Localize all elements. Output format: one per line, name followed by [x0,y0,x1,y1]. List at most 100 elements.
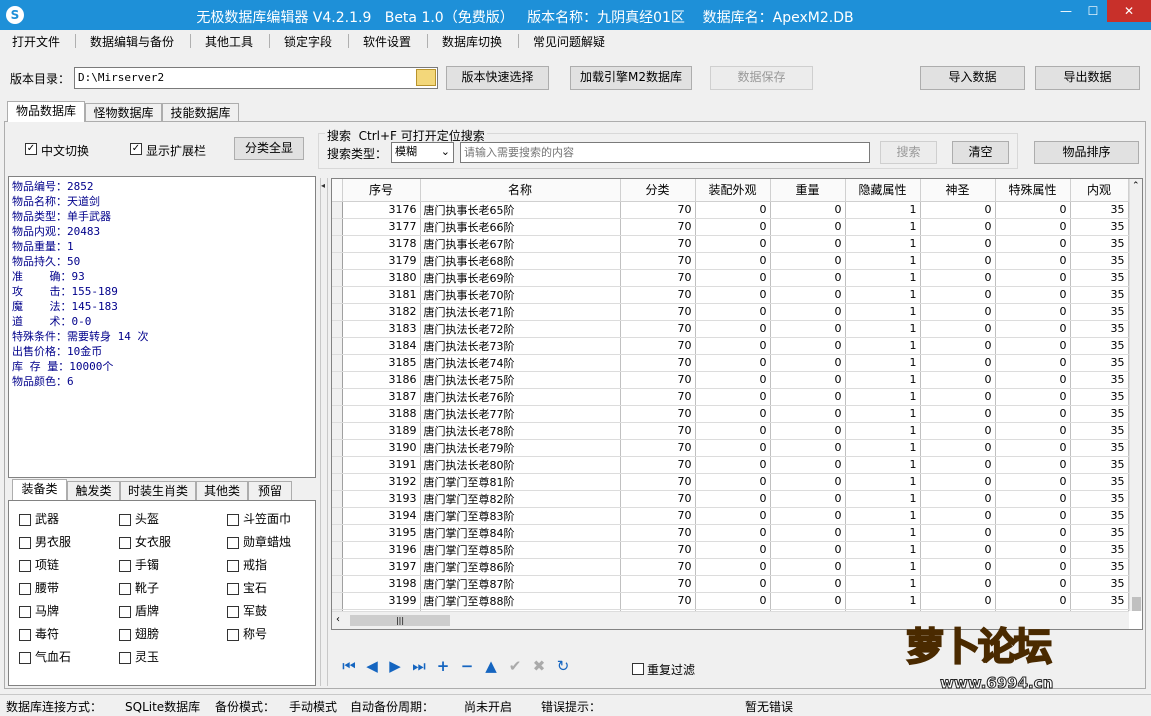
table-cell[interactable]: 0 [920,269,996,287]
table-cell[interactable]: 35 [1070,422,1129,440]
search-button[interactable]: 搜索 [880,141,937,164]
search-input[interactable] [460,142,870,163]
menu-other-tools[interactable]: 其他工具 [205,33,253,50]
table-cell[interactable]: 1 [845,337,921,355]
table-cell[interactable]: 35 [1070,320,1129,338]
category-checkbox[interactable] [119,536,131,549]
category-checkbox[interactable] [227,628,239,641]
table-row[interactable]: 3189 唐门执法长老78阶 70 0 0 1 0 0 35 [332,422,1129,440]
column-header[interactable]: 分类 [620,179,696,202]
table-cell[interactable]: 3184 [342,337,421,355]
row-indicator[interactable] [332,371,343,389]
table-cell[interactable]: 0 [995,286,1071,304]
table-cell[interactable]: 35 [1070,354,1129,372]
table-cell[interactable]: 35 [1070,235,1129,253]
row-indicator[interactable] [332,269,343,287]
confirm-icon[interactable]: ✔ [504,657,526,675]
table-cell[interactable]: 70 [620,201,696,219]
row-indicator[interactable] [332,252,343,270]
table-cell[interactable]: 35 [1070,201,1129,219]
category-checkbox[interactable] [19,651,31,664]
row-indicator[interactable] [332,337,343,355]
category-checkbox[interactable] [19,513,31,526]
show-ext-checkbox[interactable]: ✓ [130,143,142,155]
column-header[interactable]: 特殊属性 [995,179,1071,202]
table-cell[interactable]: 70 [620,524,696,542]
table-cell[interactable]: 3193 [342,490,421,508]
table-cell[interactable]: 3195 [342,524,421,542]
table-cell[interactable]: 35 [1070,303,1129,321]
table-cell[interactable]: 3177 [342,218,421,236]
table-cell[interactable]: 唐门执法长老78阶 [420,422,621,440]
table-cell[interactable]: 0 [695,592,771,610]
table-cell[interactable]: 3192 [342,473,421,491]
table-cell[interactable]: 1 [845,558,921,576]
table-cell[interactable]: 0 [995,303,1071,321]
table-cell[interactable]: 0 [695,320,771,338]
sort-items-button[interactable]: 物品排序 [1034,141,1139,164]
category-item[interactable]: 手镯 [119,556,159,573]
category-checkbox[interactable] [119,513,131,526]
column-header[interactable]: 重量 [770,179,846,202]
table-cell[interactable]: 0 [770,269,846,287]
table-cell[interactable]: 0 [995,456,1071,474]
table-cell[interactable]: 唐门执法长老73阶 [420,337,621,355]
table-cell[interactable]: 0 [770,541,846,559]
table-cell[interactable]: 唐门掌门至尊84阶 [420,524,621,542]
minimize-button[interactable]: — [1051,0,1081,22]
row-indicator[interactable] [332,524,343,542]
table-cell[interactable]: 唐门执法长老77阶 [420,405,621,423]
table-row[interactable]: 3176 唐门执事长老65阶 70 0 0 1 0 0 35 [332,201,1129,219]
table-cell[interactable]: 1 [845,320,921,338]
category-item[interactable]: 军鼓 [227,602,267,619]
table-cell[interactable]: 1 [845,592,921,610]
table-cell[interactable]: 35 [1070,337,1129,355]
table-cell[interactable]: 0 [770,405,846,423]
table-cell[interactable]: 0 [695,354,771,372]
table-cell[interactable]: 0 [920,320,996,338]
table-cell[interactable]: 3190 [342,439,421,457]
table-cell[interactable]: 3182 [342,303,421,321]
table-cell[interactable]: 3186 [342,371,421,389]
table-cell[interactable]: 0 [995,371,1071,389]
table-cell[interactable]: 35 [1070,286,1129,304]
table-cell[interactable]: 70 [620,439,696,457]
table-cell[interactable]: 0 [695,235,771,253]
table-cell[interactable]: 3189 [342,422,421,440]
close-button[interactable]: ✕ [1107,0,1151,22]
table-cell[interactable]: 唐门执法长老80阶 [420,456,621,474]
table-cell[interactable]: 0 [920,541,996,559]
table-cell[interactable]: 35 [1070,541,1129,559]
table-cell[interactable]: 70 [620,354,696,372]
category-item[interactable]: 项链 [19,556,59,573]
table-cell[interactable]: 0 [770,422,846,440]
table-cell[interactable]: 70 [620,473,696,491]
move-up-icon[interactable]: ▲ [480,657,502,675]
table-cell[interactable]: 70 [620,558,696,576]
table-cell[interactable]: 3196 [342,541,421,559]
column-header[interactable]: 装配外观 [695,179,771,202]
table-cell[interactable]: 1 [845,456,921,474]
table-cell[interactable]: 70 [620,269,696,287]
category-item[interactable]: 灵玉 [119,648,159,665]
row-indicator[interactable] [332,354,343,372]
table-cell[interactable]: 0 [920,337,996,355]
table-cell[interactable]: 70 [620,371,696,389]
save-data-button[interactable]: 数据保存 [710,66,813,90]
category-checkbox[interactable] [227,559,239,572]
category-item[interactable]: 男衣服 [19,533,71,550]
table-cell[interactable]: 1 [845,269,921,287]
table-cell[interactable]: 0 [770,286,846,304]
table-cell[interactable]: 3191 [342,456,421,474]
table-cell[interactable]: 0 [695,439,771,457]
menu-open-file[interactable]: 打开文件 [12,33,60,50]
table-cell[interactable]: 1 [845,422,921,440]
table-cell[interactable]: 0 [920,592,996,610]
table-cell[interactable]: 1 [845,405,921,423]
table-row[interactable]: 3195 唐门掌门至尊84阶 70 0 0 1 0 0 35 [332,524,1129,542]
table-cell[interactable]: 3187 [342,388,421,406]
table-cell[interactable]: 0 [695,337,771,355]
table-cell[interactable]: 0 [995,252,1071,270]
category-checkbox[interactable] [19,582,31,595]
table-cell[interactable]: 0 [920,286,996,304]
